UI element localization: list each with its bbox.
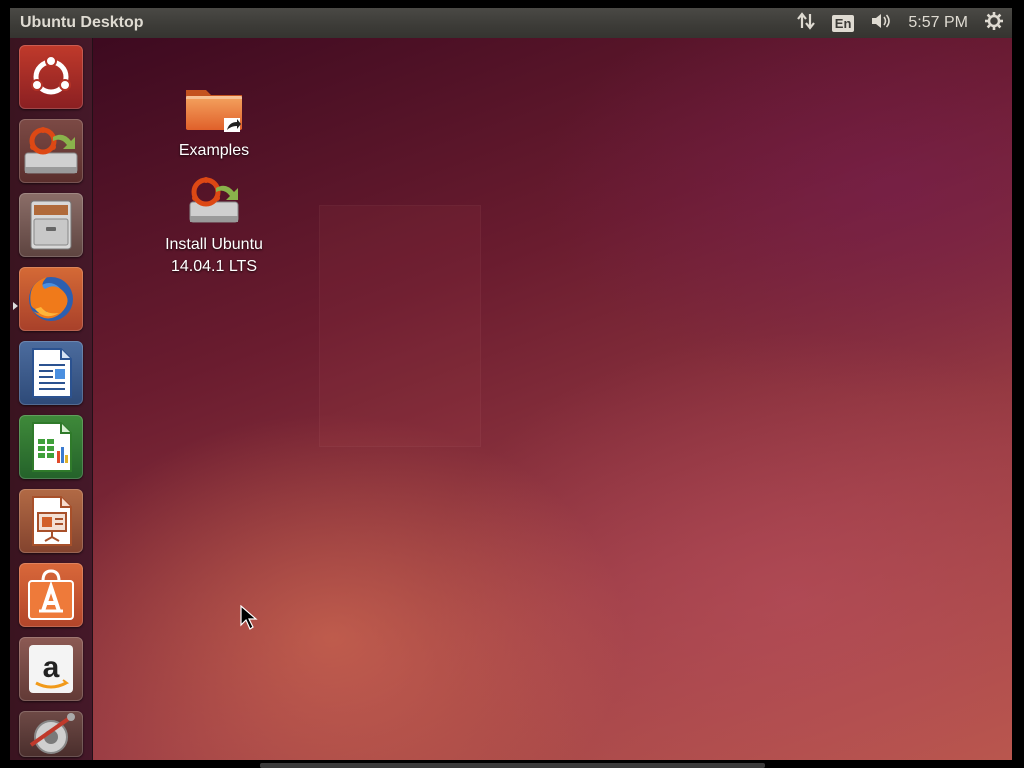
calc-icon — [19, 422, 83, 479]
bottom-scroll-strip — [260, 763, 765, 768]
launcher-item-impress[interactable] — [19, 489, 83, 553]
impress-icon — [19, 496, 83, 553]
svg-text:a: a — [43, 651, 60, 684]
clock-text: 5:57 PM — [908, 14, 968, 31]
screen-frame: Examples Install Ubuntu 14.04.1 LTS Ubun… — [10, 8, 1012, 760]
writer-icon — [19, 348, 83, 405]
gear-icon — [984, 11, 1004, 36]
launcher-item-system-settings[interactable] — [19, 711, 83, 757]
session-indicator[interactable] — [976, 8, 1012, 38]
folder-link-icon — [182, 76, 246, 140]
network-indicator[interactable] — [788, 8, 824, 38]
launcher-item-dash-home[interactable] — [19, 45, 83, 109]
clock-indicator[interactable]: 5:57 PM — [900, 8, 976, 38]
launcher-item-software-center[interactable] — [19, 563, 83, 627]
sound-indicator[interactable] — [862, 8, 900, 38]
top-panel: Ubuntu Desktop En 5:57 PM — [10, 8, 1012, 38]
launcher-item-files[interactable] — [19, 193, 83, 257]
desktop-icon-label-line1: Install Ubuntu — [165, 236, 263, 253]
installer-icon — [182, 170, 246, 234]
desktop-icon-label-line2: 14.04.1 LTS — [171, 258, 257, 275]
keyboard-language: En — [831, 14, 855, 32]
window-title: Ubuntu Desktop — [20, 14, 144, 31]
system-settings-icon — [19, 713, 83, 757]
launcher-item-install-ubuntu[interactable] — [19, 119, 83, 183]
launcher-item-writer[interactable] — [19, 341, 83, 405]
keyboard-indicator[interactable]: En — [824, 8, 863, 38]
desktop-icon-label: Examples — [178, 142, 250, 159]
amazon-icon: a — [19, 645, 83, 701]
launcher-item-firefox[interactable] — [19, 267, 83, 331]
launcher-item-amazon[interactable]: a — [19, 637, 83, 701]
file-cabinet-icon — [19, 200, 83, 257]
indicator-tray: En 5:57 PM — [788, 8, 1012, 38]
desktop-background[interactable]: Examples Install Ubuntu 14.04.1 LTS — [92, 38, 1012, 760]
launcher-item-calc[interactable] — [19, 415, 83, 479]
software-center-icon — [19, 569, 83, 627]
installer-icon — [19, 127, 83, 183]
desktop-highlight — [319, 205, 481, 447]
volume-icon — [870, 11, 892, 36]
active-app-indicator — [13, 302, 18, 310]
desktop-icon-install-ubuntu[interactable]: Install Ubuntu 14.04.1 LTS — [144, 170, 284, 278]
launcher: a — [10, 38, 93, 760]
mouse-pointer-icon — [240, 604, 258, 636]
firefox-icon — [19, 277, 83, 331]
network-arrows-icon — [796, 11, 816, 36]
desktop-icon-examples[interactable]: Examples — [144, 76, 284, 162]
ubuntu-logo-icon — [19, 55, 83, 109]
